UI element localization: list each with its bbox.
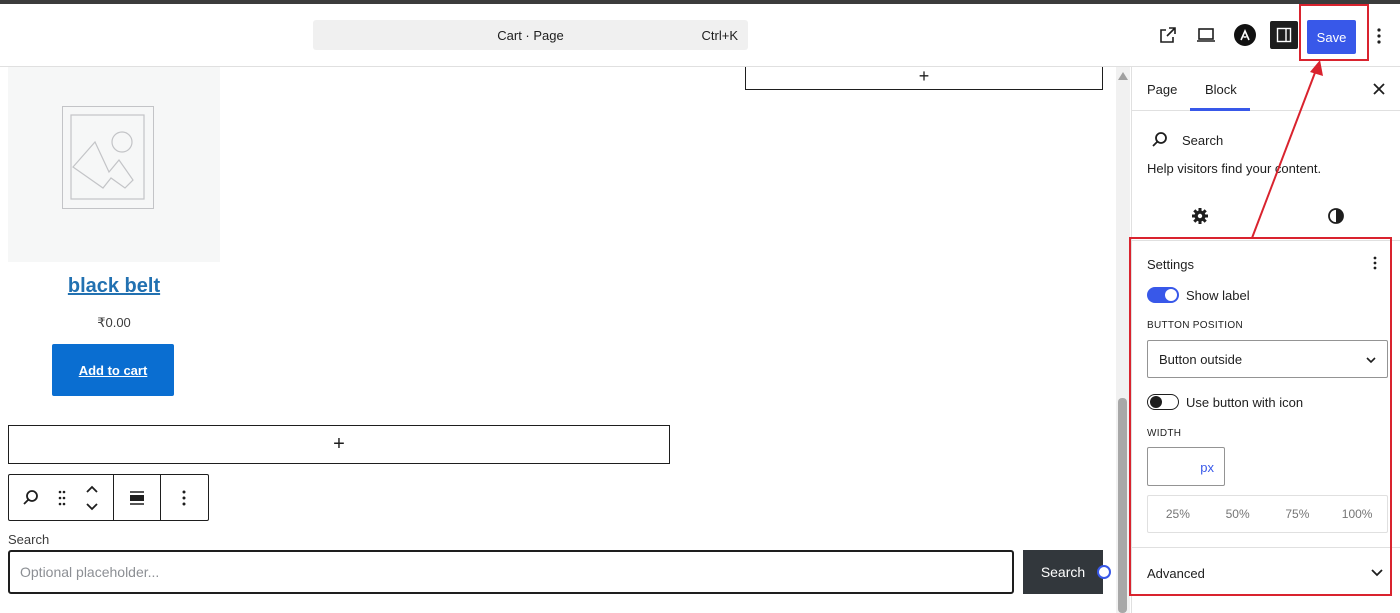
gear-icon[interactable] xyxy=(1190,206,1210,226)
external-link-icon[interactable] xyxy=(1155,22,1181,48)
settings-options-icon[interactable] xyxy=(1368,253,1382,273)
scrollbar-thumb[interactable] xyxy=(1118,398,1127,613)
width-percent-group: 25% 50% 75% 100% xyxy=(1147,495,1388,533)
search-block-icon[interactable] xyxy=(9,475,53,520)
tab-block[interactable]: Block xyxy=(1205,82,1237,97)
search-block-label: Search xyxy=(8,532,50,547)
percent-50-button[interactable]: 50% xyxy=(1208,496,1268,532)
scroll-up-arrow-icon[interactable] xyxy=(1117,70,1129,82)
tab-page[interactable]: Page xyxy=(1147,82,1177,97)
percent-25-button[interactable]: 25% xyxy=(1148,496,1208,532)
annotation-arrow xyxy=(1251,60,1323,239)
search-button[interactable]: Search xyxy=(1023,550,1103,594)
show-label-toggle[interactable] xyxy=(1147,287,1179,303)
drag-handle-icon[interactable] xyxy=(53,475,71,520)
divider xyxy=(1132,547,1400,548)
percent-100-button[interactable]: 100% xyxy=(1327,496,1387,532)
block-appender[interactable]: + xyxy=(8,425,670,464)
save-button[interactable]: Save xyxy=(1307,20,1356,54)
product-title-link[interactable]: black belt xyxy=(8,275,220,298)
document-title: Cart · Page xyxy=(497,28,564,43)
button-position-caption: BUTTON POSITION xyxy=(1147,320,1243,331)
editor-header: Cart · Page Ctrl+K Save xyxy=(0,4,1400,67)
width-caption: WIDTH xyxy=(1147,428,1182,439)
editor-canvas: + black belt ₹0.00 Add to cart + Search … xyxy=(0,67,1116,613)
product-image-placeholder xyxy=(8,67,220,262)
button-position-select[interactable]: Button outside xyxy=(1147,340,1388,378)
astra-logo-icon[interactable] xyxy=(1232,22,1258,48)
width-unit[interactable]: px xyxy=(1200,460,1214,475)
advanced-panel-toggle[interactable]: Advanced xyxy=(1147,566,1205,581)
use-icon-text: Use button with icon xyxy=(1186,395,1304,410)
block-toolbar xyxy=(8,474,209,521)
settings-panel-title: Settings xyxy=(1147,257,1194,272)
product-price: ₹0.00 xyxy=(97,315,131,330)
show-label-text: Show label xyxy=(1186,288,1250,303)
chevron-down-icon xyxy=(1365,353,1377,371)
block-options-icon[interactable] xyxy=(161,475,207,520)
block-card-title: Search xyxy=(1182,133,1224,148)
resize-handle[interactable] xyxy=(1097,565,1111,579)
close-icon[interactable] xyxy=(1370,80,1388,98)
image-placeholder-icon xyxy=(62,106,154,209)
block-appender-top[interactable]: + xyxy=(745,67,1103,90)
device-preview-icon[interactable] xyxy=(1193,22,1219,48)
search-icon xyxy=(1151,131,1169,154)
search-input[interactable] xyxy=(8,550,1014,594)
shortcut-hint: Ctrl+K xyxy=(701,28,738,43)
sidebar-toggle-icon[interactable] xyxy=(1270,21,1298,49)
options-icon[interactable] xyxy=(1370,24,1388,48)
button-position-value: Button outside xyxy=(1159,352,1243,367)
use-icon-toggle[interactable] xyxy=(1147,394,1179,410)
move-up-down-icon[interactable] xyxy=(71,475,113,520)
alignment-icon[interactable] xyxy=(114,475,160,520)
width-input[interactable]: px xyxy=(1147,447,1225,486)
percent-75-button[interactable]: 75% xyxy=(1268,496,1328,532)
command-palette-bar[interactable]: Cart · Page Ctrl+K xyxy=(313,20,748,50)
add-to-cart-button[interactable]: Add to cart xyxy=(52,344,174,396)
chevron-down-icon[interactable] xyxy=(1370,565,1384,584)
